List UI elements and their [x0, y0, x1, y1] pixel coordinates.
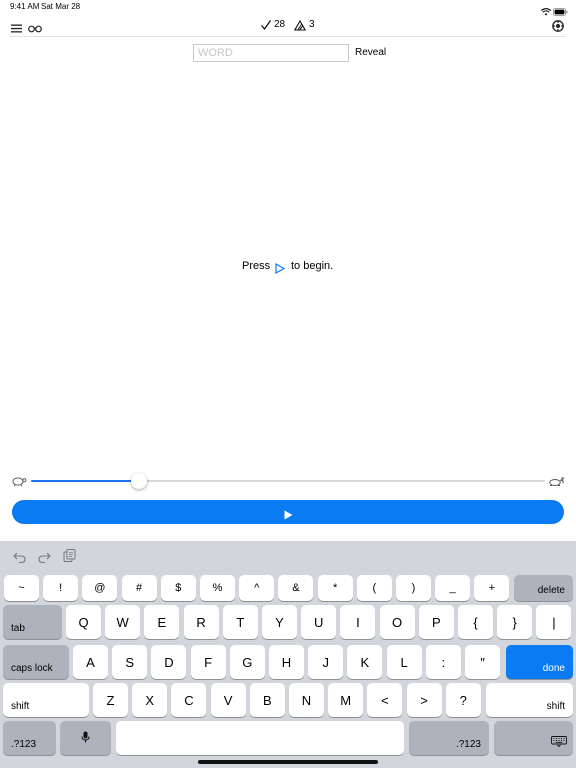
key-8[interactable]: L — [386, 645, 422, 679]
key-6[interactable]: U — [301, 605, 337, 639]
done-key[interactable]: done — [506, 645, 573, 679]
key-3[interactable]: V — [210, 683, 246, 717]
key-11[interactable]: } — [497, 605, 533, 639]
speed-slider-fill — [31, 480, 139, 482]
key-4[interactable]: G — [229, 645, 265, 679]
message-to-begin: to begin. — [291, 260, 334, 272]
key-1[interactable]: S — [112, 645, 148, 679]
key-8[interactable]: * — [317, 575, 353, 601]
undo-icon[interactable] — [13, 550, 26, 568]
hare-icon — [548, 474, 565, 492]
key-9[interactable]: ? — [445, 683, 481, 717]
key-8[interactable]: O — [379, 605, 415, 639]
delete-key[interactable]: delete — [514, 575, 573, 601]
key-7[interactable]: I — [340, 605, 376, 639]
check-count: 28 — [274, 19, 286, 30]
key-7[interactable]: K — [347, 645, 383, 679]
word-input[interactable] — [193, 44, 349, 62]
speed-slider[interactable] — [31, 480, 545, 482]
checkmark-icon — [260, 18, 272, 36]
key-4[interactable]: B — [249, 683, 285, 717]
key-2[interactable]: @ — [82, 575, 118, 601]
key-4[interactable]: T — [222, 605, 258, 639]
space-key[interactable] — [116, 721, 404, 755]
shift-right-key[interactable]: shift — [486, 683, 573, 717]
key-6[interactable]: ^ — [239, 575, 275, 601]
reveal-button[interactable]: Reveal — [355, 47, 386, 58]
caps-lock-key[interactable]: caps lock — [3, 645, 69, 679]
key-1[interactable]: W — [105, 605, 141, 639]
play-outline-icon — [275, 261, 286, 279]
message-press: Press — [242, 260, 271, 272]
key-2[interactable]: D — [151, 645, 187, 679]
key-0[interactable]: ~ — [4, 575, 39, 601]
key-3[interactable]: F — [190, 645, 226, 679]
settings-icon[interactable] — [552, 19, 564, 37]
key-9[interactable]: P — [418, 605, 454, 639]
key-1[interactable]: X — [132, 683, 168, 717]
key-0[interactable]: A — [73, 645, 108, 679]
key-7[interactable]: < — [367, 683, 403, 717]
key-3[interactable]: R — [183, 605, 219, 639]
key-5[interactable]: N — [289, 683, 324, 717]
key-6[interactable]: M — [328, 683, 364, 717]
key-0[interactable]: Q — [66, 605, 101, 639]
numbers-right-key[interactable]: .?123 — [409, 721, 489, 755]
key-11[interactable]: _ — [435, 575, 471, 601]
play-button[interactable] — [12, 500, 564, 524]
key-5[interactable]: Y — [262, 605, 297, 639]
home-indicator — [198, 760, 378, 764]
key-5[interactable]: H — [269, 645, 304, 679]
turtle-icon — [11, 474, 27, 492]
shift-left-key[interactable]: shift — [3, 683, 89, 717]
key-10[interactable]: { — [458, 605, 493, 639]
key-1[interactable]: ! — [43, 575, 79, 601]
tab-key[interactable]: tab — [3, 605, 62, 639]
warning-icon — [293, 18, 307, 36]
key-12[interactable]: + — [474, 575, 510, 601]
key-6[interactable]: J — [308, 645, 344, 679]
play-icon — [284, 507, 293, 525]
clipboard-icon[interactable] — [63, 549, 76, 567]
key-10[interactable]: ) — [396, 575, 431, 601]
numbers-left-key[interactable]: .?123 — [3, 721, 56, 755]
key-3[interactable]: # — [121, 575, 157, 601]
key-10[interactable]: ″ — [465, 645, 500, 679]
redo-icon[interactable] — [38, 550, 51, 568]
key-12[interactable]: | — [536, 605, 572, 639]
status-date: Sat Mar 28 — [41, 2, 81, 11]
speed-slider-thumb[interactable] — [130, 473, 147, 489]
hide-keyboard-key[interactable] — [494, 721, 573, 755]
key-0[interactable]: Z — [93, 683, 128, 717]
key-7[interactable]: & — [278, 575, 314, 601]
key-2[interactable]: E — [144, 605, 180, 639]
key-4[interactable]: $ — [160, 575, 196, 601]
toolbar-divider — [10, 36, 566, 37]
keyboard-dismiss-icon — [551, 735, 567, 750]
microphone-icon — [81, 731, 90, 746]
key-9[interactable]: : — [425, 645, 461, 679]
key-8[interactable]: > — [406, 683, 442, 717]
wifi-icon — [540, 3, 552, 21]
software-keyboard: ~! @ # $% ^ & *() _ + delete tab Q W E R T Y U I O P{} | c… — [0, 541, 576, 768]
warning-count: 3 — [309, 19, 315, 30]
key-9[interactable]: ( — [356, 575, 392, 601]
status-time: 9:41 AM — [10, 2, 40, 11]
dictation-key[interactable] — [60, 721, 111, 755]
key-2[interactable]: C — [171, 683, 207, 717]
key-5[interactable]: % — [200, 575, 235, 601]
